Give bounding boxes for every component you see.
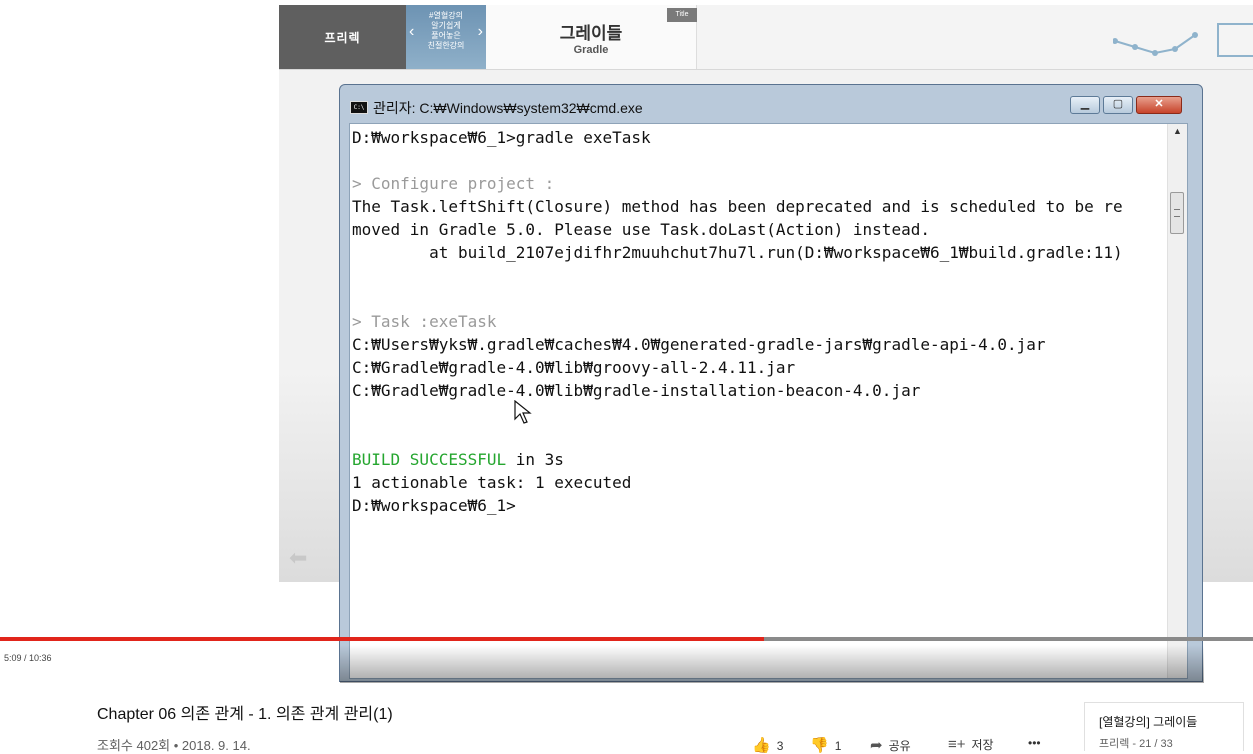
like-button[interactable]: 👍 3: [752, 736, 783, 754]
console-line: at build_2107ejdifhr2muuhchut7hu7l.run(D…: [352, 243, 1123, 262]
network-graph-icon: [1113, 32, 1198, 56]
cmd-app-icon: C:\: [350, 101, 368, 114]
back-arrow-icon: ⬅: [289, 545, 308, 570]
maximize-button[interactable]: ▢: [1103, 96, 1133, 114]
promo-line: 친절한강의: [427, 41, 465, 50]
console-output[interactable]: D:₩workspace₩6_1>gradle exeTask > Config…: [349, 123, 1188, 679]
console-line: C:₩Users₩yks₩.gradle₩caches₩4.0₩generate…: [352, 335, 1046, 354]
progress-bar[interactable]: [0, 637, 1253, 641]
more-button[interactable]: •••: [1028, 736, 1041, 750]
slide-header: 프리렉 ‹ #열혈강의 알기쉽게 풀어놓은 친절한강의 › 그레이들 Gradl…: [279, 5, 1253, 70]
scroll-thumb[interactable]: [1170, 192, 1184, 234]
title-tag: Title: [667, 8, 697, 22]
thumbs-down-icon: 👎: [810, 737, 829, 754]
minimize-button[interactable]: ▁: [1070, 96, 1100, 114]
promo-line: #열혈강의: [429, 11, 463, 20]
console-line: D:₩workspace₩6_1>gradle exeTask: [352, 128, 651, 147]
cmd-window-title: 관리자: C:₩Windows₩system32₩cmd.exe: [373, 100, 643, 116]
chevron-right-icon: ›: [477, 23, 483, 40]
player-controls-shade: [340, 645, 1204, 683]
time-display: 5:09 / 10:36: [4, 653, 52, 663]
chevron-left-icon: ‹: [409, 23, 415, 40]
topic-title-english: Gradle: [573, 44, 609, 56]
playlist-position: 프리렉 - 21 / 33: [1099, 738, 1173, 750]
view-count-date: 조회수 402회 • 2018. 9. 14.: [97, 738, 251, 753]
console-line: C:₩Gradle₩gradle-4.0₩lib₩gradle-installa…: [352, 381, 921, 400]
share-button[interactable]: ➦ 공유: [870, 736, 911, 754]
promo-banner: ‹ #열혈강의 알기쉽게 풀어놓은 친절한강의 ›: [406, 5, 486, 69]
console-text: D:₩workspace₩6_1>gradle exeTask > Config…: [352, 126, 1172, 517]
slide-topic: 그레이들 Gradle: [486, 5, 697, 69]
vertical-scrollbar[interactable]: ▲: [1167, 124, 1187, 678]
console-line: > Task :exeTask: [352, 312, 497, 331]
share-arrow-icon: ➦: [870, 737, 883, 754]
thumbs-up-icon: 👍: [752, 737, 771, 754]
topic-title-korean: 그레이들: [559, 24, 623, 43]
close-button[interactable]: ✕: [1136, 96, 1182, 114]
progress-played: [0, 637, 765, 641]
console-line: BUILD SUCCESSFUL in 3s: [352, 450, 564, 469]
scroll-up-arrow-icon[interactable]: ▲: [1168, 126, 1187, 142]
console-line: The Task.leftShift(Closure) method has b…: [352, 197, 1123, 216]
console-line: moved in Gradle 5.0. Please use Task.doL…: [352, 220, 930, 239]
console-line: D:₩workspace₩6_1>: [352, 496, 516, 515]
playlist-title: [열혈강의] 그레이들: [1099, 715, 1198, 729]
mouse-pointer-icon: [514, 400, 532, 424]
video-title: Chapter 06 의존 관계 - 1. 의존 관계 관리(1): [97, 706, 393, 723]
console-line: 1 actionable task: 1 executed: [352, 473, 632, 492]
playlist-panel[interactable]: [열혈강의] 그레이들 프리렉 - 21 / 33: [1084, 702, 1244, 751]
monitor-icon: [1217, 23, 1253, 57]
dislike-button[interactable]: 👎 1: [810, 736, 841, 754]
promo-line: 풀어놓은: [431, 31, 461, 40]
playlist-add-icon: ≡+: [948, 736, 966, 753]
publisher-logo: 프리렉: [279, 5, 406, 69]
cmd-window[interactable]: C:\ 관리자: C:₩Windows₩system32₩cmd.exe ▁ ▢…: [339, 84, 1204, 683]
console-line: > Configure project :: [352, 174, 555, 193]
cmd-titlebar[interactable]: C:\ 관리자: C:₩Windows₩system32₩cmd.exe ▁ ▢…: [340, 85, 1202, 123]
promo-line: 알기쉽게: [431, 21, 461, 30]
save-label: 저장: [971, 738, 994, 752]
save-button[interactable]: ≡+ 저장: [948, 736, 994, 753]
console-line: C:₩Gradle₩gradle-4.0₩lib₩groovy-all-2.4.…: [352, 358, 796, 377]
